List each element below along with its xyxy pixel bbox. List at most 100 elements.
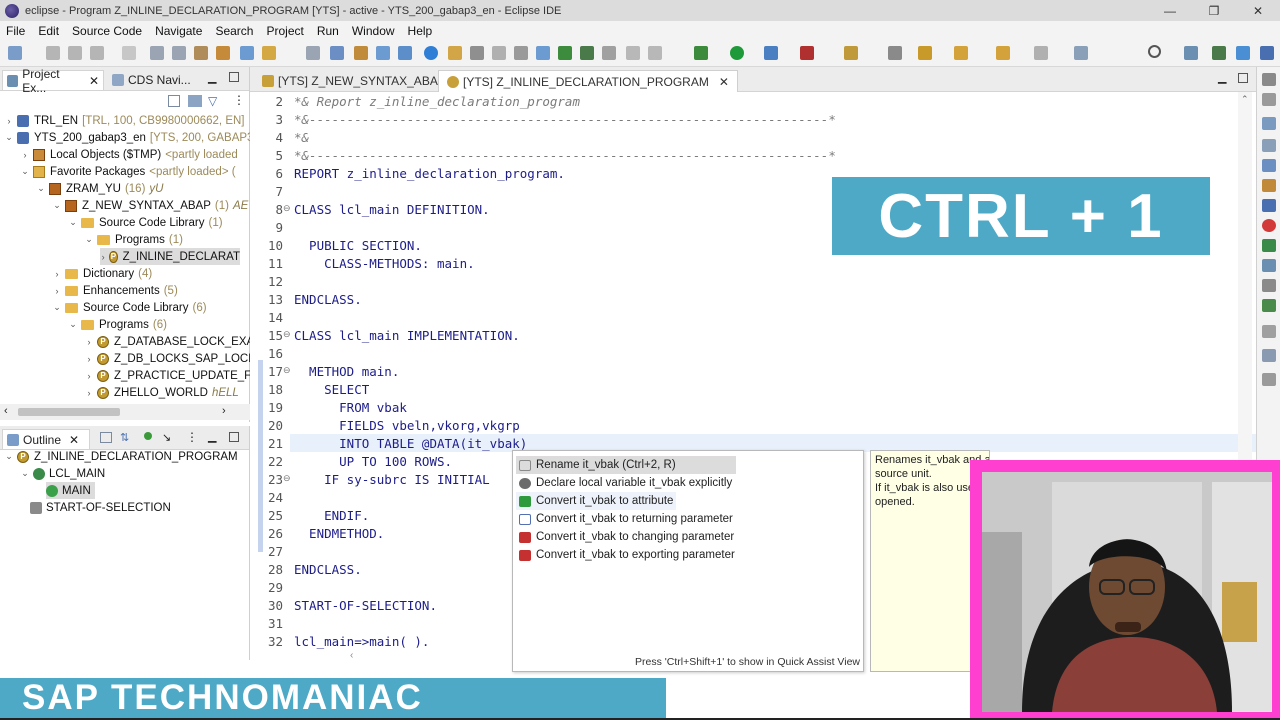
menu-run[interactable]: Run — [317, 24, 339, 38]
console-icon[interactable] — [1262, 279, 1276, 292]
tab-outline[interactable]: Outline ✕ — [2, 429, 90, 449]
bookmarks-icon[interactable] — [1262, 259, 1276, 272]
collapse-all-icon[interactable] — [168, 95, 180, 107]
minimize-pane-icon[interactable]: ▁ — [208, 430, 216, 443]
collapse-icon[interactable] — [100, 432, 112, 443]
tree-item[interactable]: ⌄ ZRAM_YU (16) yU — [36, 180, 163, 197]
chevron-down-icon[interactable]: ⌄ — [4, 451, 14, 462]
abap-unit-icon[interactable] — [398, 46, 412, 60]
code-line[interactable]: ENDMETHOD. — [294, 526, 384, 541]
where-used-icon[interactable] — [240, 46, 254, 60]
next-annotation-icon[interactable] — [888, 46, 902, 60]
scrollbar-thumb[interactable] — [18, 408, 120, 416]
quick-fix-convert-exporting[interactable]: Convert it_vbak to exporting parameter — [516, 546, 738, 564]
code-line[interactable]: FROM vbak — [294, 400, 407, 415]
save-icon[interactable] — [46, 46, 60, 60]
scroll-left-icon[interactable]: ‹ — [350, 650, 353, 661]
quick-fix-convert-changing[interactable]: Convert it_vbak to changing parameter — [516, 528, 737, 546]
chevron-down-icon[interactable]: ⌄ — [68, 217, 78, 228]
back-nav-icon[interactable] — [996, 46, 1010, 60]
tree-item[interactable]: › P Z_PRACTICE_UPDATE_FI — [84, 367, 254, 384]
chevron-down-icon[interactable]: ⌄ — [4, 132, 14, 143]
tree-item[interactable]: ⌄ Source Code Library (1) — [68, 214, 222, 231]
transport-organizer-icon[interactable] — [1262, 199, 1276, 212]
pilcrow-icon[interactable] — [648, 46, 662, 60]
sap-gui-icon[interactable] — [330, 46, 344, 60]
quick-fix-convert-attribute[interactable]: Convert it_vbak to attribute — [516, 492, 677, 510]
minimize-editor-icon[interactable]: ▁ — [1218, 71, 1226, 84]
forward-nav-icon[interactable] — [1034, 46, 1048, 60]
transport-icon[interactable] — [262, 46, 276, 60]
outline-item[interactable]: ⌄ P Z_INLINE_DECLARATION_PROGRAM — [4, 448, 238, 465]
tree-item[interactable]: ⌄ Z_NEW_SYNTAX_ABAP (1) AE — [52, 197, 248, 214]
chevron-right-icon[interactable]: › — [100, 252, 106, 262]
chevron-right-icon[interactable]: › — [20, 150, 30, 160]
chevron-right-icon[interactable]: › — [84, 371, 94, 381]
scroll-right-icon[interactable]: › — [222, 405, 226, 417]
tab-z-inline-declaration-program[interactable]: [YTS] Z_INLINE_DECLARATION_PROGRAM ✕ — [438, 70, 738, 92]
activate-icon[interactable] — [150, 46, 164, 60]
sort-icon[interactable]: ⇅ — [120, 431, 129, 444]
chevron-right-icon[interactable]: › — [84, 388, 94, 398]
code-line[interactable]: START-OF-SELECTION. — [294, 598, 437, 613]
restore-icon[interactable] — [1262, 93, 1276, 106]
maximize-pane-icon[interactable] — [229, 432, 239, 442]
hide-nonpublic-icon[interactable]: ↘ — [162, 431, 171, 444]
problems-icon[interactable] — [1262, 139, 1276, 152]
feed-reader-icon[interactable] — [1262, 179, 1276, 192]
code-line[interactable]: ENDIF. — [294, 508, 369, 523]
perspective-icon[interactable] — [1184, 46, 1198, 60]
code-line[interactable]: INTO TABLE @DATA(it_vbak) — [294, 436, 527, 451]
code-line[interactable]: ENDCLASS. — [294, 292, 362, 307]
chevron-down-icon[interactable]: ⌄ — [68, 319, 78, 330]
settings-icon[interactable] — [470, 46, 484, 60]
save-all-icon[interactable] — [68, 46, 82, 60]
horizontal-scrollbar[interactable]: ‹ › — [0, 404, 250, 420]
tree-item[interactable]: › TRL_EN [TRL, 100, CB9980000662, EN] — [4, 112, 245, 129]
debug-icon[interactable] — [694, 46, 708, 60]
view-menu-icon[interactable]: ⋮ — [233, 93, 245, 107]
check-icon[interactable] — [194, 46, 208, 60]
external-tools-icon[interactable] — [800, 46, 814, 60]
activate-all-icon[interactable] — [172, 46, 186, 60]
quick-fix-rename[interactable]: Rename it_vbak (Ctrl+2, R) — [516, 456, 736, 474]
new-icon[interactable] — [8, 46, 22, 60]
tab-z-new-syntax-abap[interactable]: [YTS] Z_NEW_SYNTAX_ABAP — [254, 70, 454, 92]
templates-icon[interactable] — [1262, 159, 1276, 172]
coverage-icon[interactable] — [764, 46, 778, 60]
code-line[interactable]: *& — [294, 130, 309, 145]
code-line[interactable]: PUBLIC SECTION. — [294, 238, 422, 253]
menu-search[interactable]: Search — [215, 24, 253, 38]
refactor-icon[interactable] — [844, 46, 858, 60]
history-view-icon[interactable] — [1262, 325, 1276, 338]
tree-item[interactable]: ⌄ Programs (1) — [84, 231, 183, 248]
outline-item[interactable]: ⌄ LCL_MAIN — [20, 465, 105, 482]
code-line[interactable]: *&--------------------------------------… — [294, 112, 836, 127]
chevron-right-icon[interactable]: › — [52, 269, 62, 279]
chevron-right-icon[interactable]: › — [84, 354, 94, 364]
compare-icon[interactable] — [514, 46, 528, 60]
menu-edit[interactable]: Edit — [38, 24, 59, 38]
run-as-icon[interactable] — [376, 46, 390, 60]
maximize-button[interactable]: ❐ — [1192, 0, 1236, 21]
outline-item-selected[interactable]: MAIN — [46, 482, 95, 499]
tab-project-explorer[interactable]: Project Ex... ✕ — [2, 67, 104, 95]
menu-project[interactable]: Project — [266, 24, 303, 38]
close-icon[interactable]: ✕ — [69, 433, 79, 447]
tree-item[interactable]: ⌄ Favorite Packages <partly loaded> ( — [20, 163, 236, 180]
search-view-icon[interactable] — [1262, 349, 1276, 362]
hide-fields-icon[interactable] — [144, 432, 152, 440]
toggle-icon[interactable] — [122, 46, 136, 60]
code-line[interactable]: CLASS-METHODS: main. — [294, 256, 475, 271]
error-log-icon[interactable] — [1262, 219, 1276, 232]
code-line[interactable]: CLASS lcl_main IMPLEMENTATION. — [294, 328, 520, 343]
tree-item[interactable]: ⌄ Source Code Library (6) — [52, 299, 206, 316]
chevron-down-icon[interactable]: ⌄ — [52, 302, 62, 313]
outline-item[interactable]: START-OF-SELECTION — [30, 499, 171, 516]
code-line[interactable]: SELECT — [294, 382, 369, 397]
minimize-pane-icon[interactable]: ▁ — [208, 71, 216, 84]
quick-fix-declare-explicit[interactable]: Declare local variable it_vbak explicitl… — [516, 474, 735, 492]
code-line[interactable]: *& Report z_inline_declaration_program — [294, 94, 580, 109]
code-line[interactable]: lcl_main=>main( ). — [294, 634, 429, 649]
help-icon[interactable] — [424, 46, 438, 60]
